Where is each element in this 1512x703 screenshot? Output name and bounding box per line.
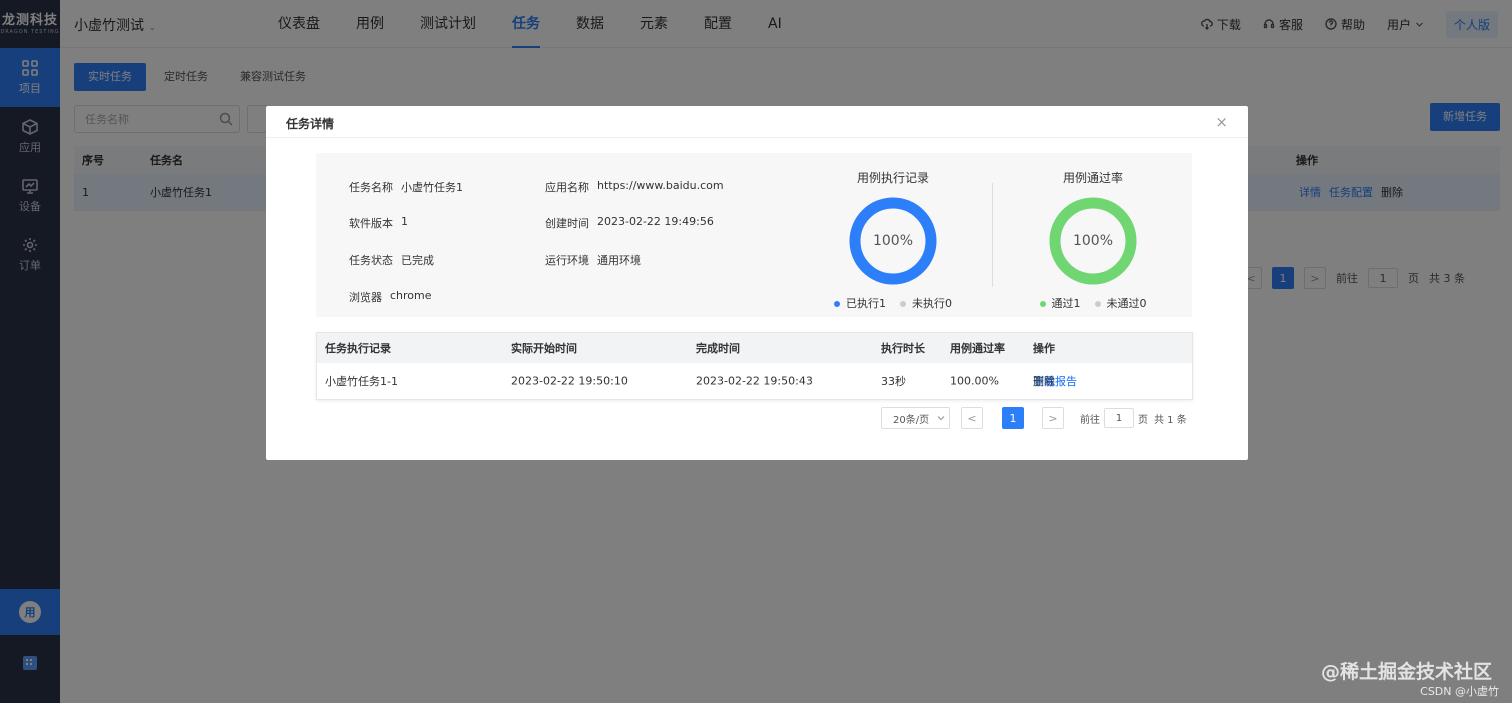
row-duration: 33秒: [881, 375, 906, 388]
chevron-down-icon: [937, 416, 945, 421]
pager-total: 共 1 条: [1154, 414, 1187, 426]
pass-rate-chart: 用例通过率 100% 通过1 未通过0: [1028, 169, 1158, 311]
pager-current[interactable]: 1: [1002, 407, 1024, 429]
info-label: 任务状态: [349, 254, 393, 267]
legend-label: 已执行1: [846, 297, 886, 310]
legend-item-passed: 通过1: [1039, 295, 1081, 311]
info-value: 2023-02-22 19:49:56: [597, 215, 714, 228]
page-size-value: 20条/页: [893, 414, 930, 426]
col-end: 完成时间: [696, 342, 740, 355]
chart-legend: 通过1 未通过0: [1028, 295, 1158, 311]
watermark: @稀土掘金技术社区: [1320, 661, 1492, 683]
records-pager: 20条/页 < 1 > 前往 1 页 共 1 条: [881, 406, 1187, 430]
info-label: 浏览器: [349, 291, 382, 304]
row-end: 2023-02-22 19:50:43: [696, 374, 813, 388]
execution-record-chart: 用例执行记录 100% 已执行1 未执行0: [828, 169, 958, 311]
info-value: https://www.baidu.com: [597, 179, 724, 192]
modal-title: 任务详情: [286, 117, 335, 131]
legend-label: 未通过0: [1106, 297, 1147, 310]
page-size-select[interactable]: 20条/页: [881, 407, 950, 429]
info-created: 创建时间 2023-02-22 19:49:56: [545, 215, 714, 231]
donut-percent: 100%: [872, 233, 914, 249]
col-duration: 执行时长: [881, 342, 925, 355]
divider: [266, 137, 1248, 138]
chart-divider: [992, 183, 993, 287]
row-record: 小虚竹任务1-1: [325, 375, 398, 388]
col-start: 实际开始时间: [511, 342, 577, 355]
donut-percent: 100%: [1072, 233, 1114, 249]
info-task-status: 任务状态 已完成: [349, 252, 434, 268]
dot-icon: [834, 301, 840, 307]
delete-link[interactable]: 删除: [1033, 373, 1055, 389]
info-value: 小虚竹任务1: [401, 181, 463, 194]
csdn-watermark: CSDN @小虚竹: [1420, 685, 1499, 698]
donut: 100%: [848, 196, 938, 286]
donut: 100%: [1048, 196, 1138, 286]
info-label: 软件版本: [349, 217, 393, 230]
info-label: 创建时间: [545, 217, 589, 230]
execution-records-table: 任务执行记录 实际开始时间 完成时间 执行时长 用例通过率 操作 小虚竹任务1-…: [316, 332, 1193, 400]
info-value: chrome: [390, 289, 432, 302]
pager-prev[interactable]: <: [961, 407, 983, 429]
pager-next[interactable]: >: [1042, 407, 1064, 429]
task-info-panel: 任务名称 小虚竹任务1 软件版本 1 任务状态 已完成 浏览器 chrome 应…: [316, 153, 1192, 317]
pager-goto-label: 前往: [1080, 414, 1100, 426]
chart-legend: 已执行1 未执行0: [828, 295, 958, 311]
row-start: 2023-02-22 19:50:10: [511, 374, 628, 388]
info-env: 运行环境 通用环境: [545, 252, 641, 268]
col-ops: 操作: [1033, 342, 1055, 355]
table-row[interactable]: 小虚竹任务1-1 2023-02-22 19:50:10 2023-02-22 …: [317, 363, 1192, 399]
pager-page-unit: 页: [1138, 414, 1148, 426]
legend-label: 未执行0: [912, 297, 952, 310]
row-pass-rate: 100.00%: [950, 374, 999, 388]
chart-title: 用例通过率: [1062, 171, 1123, 185]
info-browser: 浏览器 chrome: [349, 289, 432, 305]
task-detail-modal: 任务详情 × 任务名称 小虚竹任务1 软件版本 1 任务状态 已完成 浏览器 c…: [266, 106, 1248, 460]
info-app-name: 应用名称 https://www.baidu.com: [545, 179, 724, 195]
info-value: 1: [401, 215, 408, 228]
info-value: 已完成: [401, 254, 434, 267]
col-record: 任务执行记录: [325, 342, 391, 355]
dot-icon: [900, 301, 906, 307]
info-task-name: 任务名称 小虚竹任务1: [349, 179, 463, 195]
info-label: 运行环境: [545, 254, 589, 267]
legend-item-executed: 已执行1: [834, 295, 886, 311]
legend-item-not-executed: 未执行0: [900, 295, 952, 311]
pager-goto-input[interactable]: 1: [1104, 408, 1134, 428]
close-icon[interactable]: ×: [1215, 113, 1228, 131]
info-label: 应用名称: [545, 181, 589, 194]
dot-icon: [1039, 301, 1046, 307]
info-label: 任务名称: [349, 181, 393, 194]
info-value: 通用环境: [597, 254, 641, 267]
legend-item-failed: 未通过0: [1094, 295, 1147, 311]
sidebar-backdrop: [0, 0, 60, 703]
col-pass-rate: 用例通过率: [950, 342, 1005, 355]
info-software-version: 软件版本 1: [349, 215, 408, 231]
table-header: 任务执行记录 实际开始时间 完成时间 执行时长 用例通过率 操作: [317, 333, 1192, 363]
legend-label: 通过1: [1051, 297, 1081, 310]
dot-icon: [1094, 301, 1101, 307]
chart-title: 用例执行记录: [856, 171, 929, 185]
